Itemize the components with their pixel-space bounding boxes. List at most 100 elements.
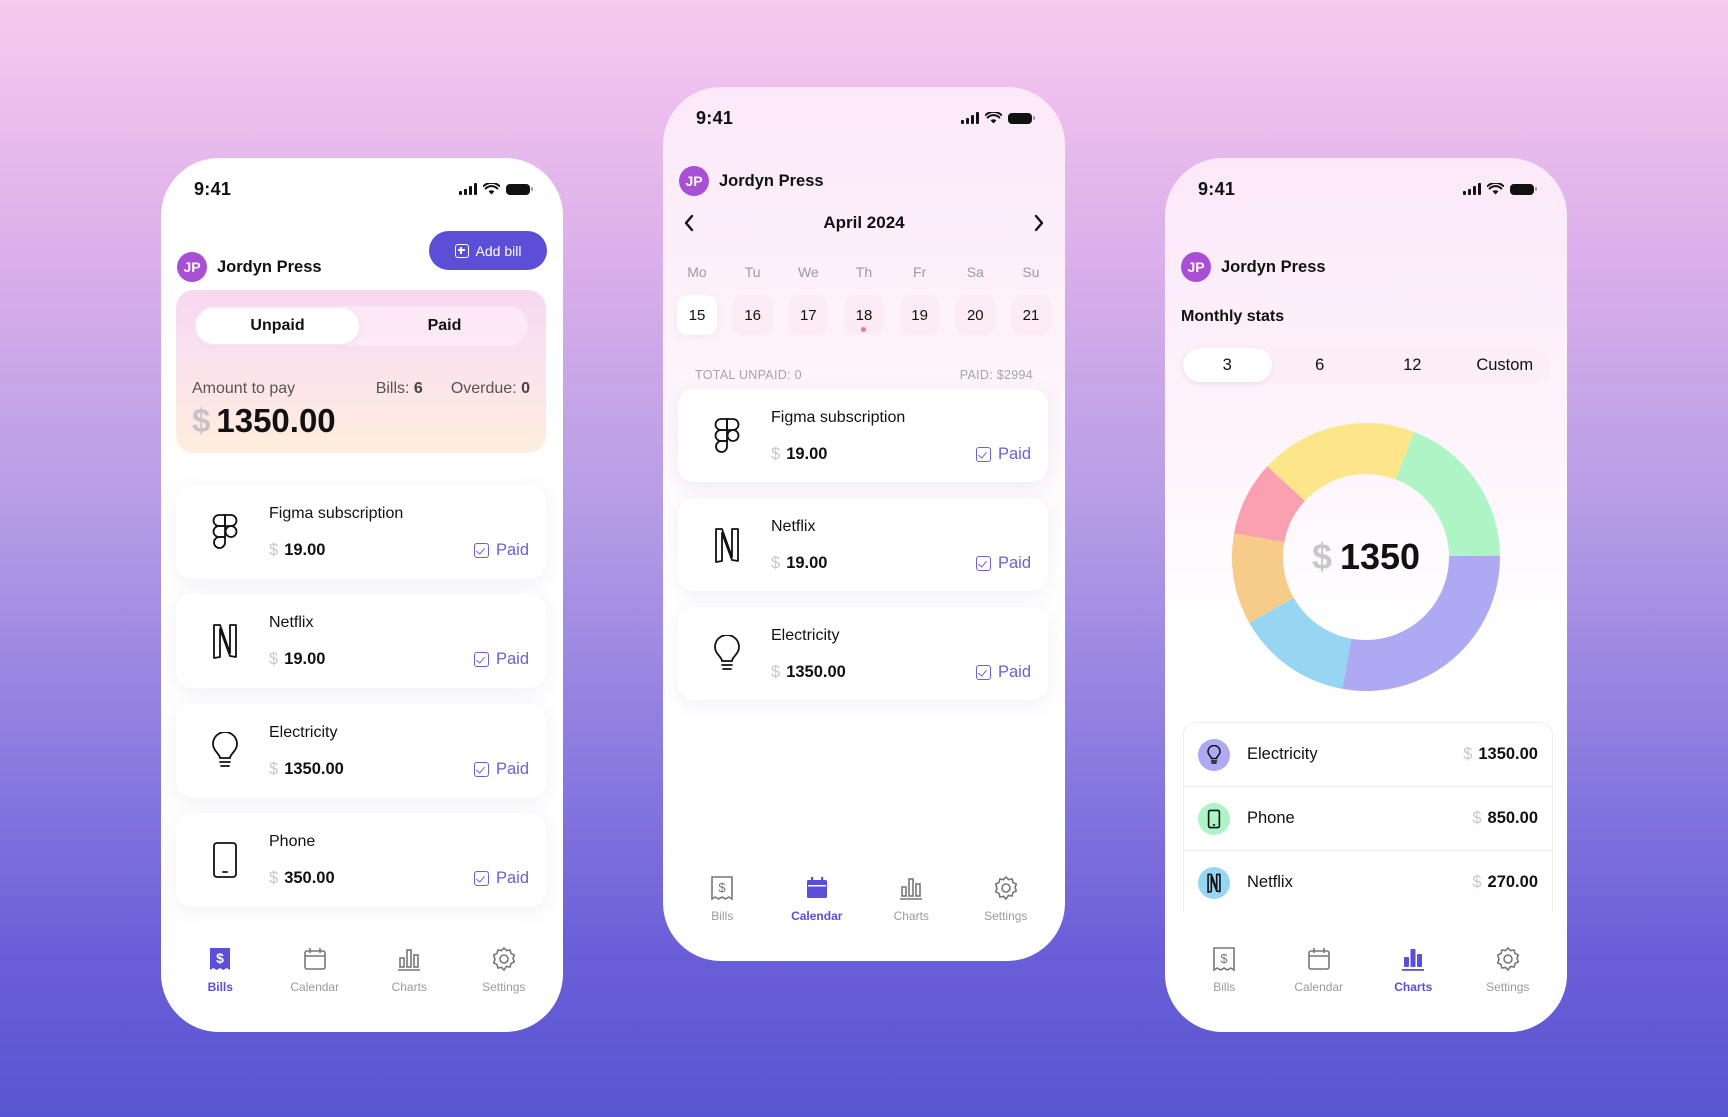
paid-label: Paid: [495, 760, 529, 778]
overdue-count: Overdue: 0: [451, 380, 530, 398]
bill-name: Figma subscription: [269, 505, 404, 522]
wifi-icon: [1487, 183, 1504, 195]
wifi-icon: [483, 183, 500, 195]
day-number: 16: [744, 306, 761, 324]
nav-label: Charts: [1394, 980, 1433, 994]
bill-card[interactable]: Netflix $19.00 Paid: [678, 498, 1048, 591]
nav-label: Bills: [711, 909, 734, 923]
paid-status[interactable]: Paid: [975, 663, 1031, 682]
bill-card[interactable]: Figma subscription $19.00 Paid: [678, 389, 1048, 482]
nav-bills[interactable]: $ Bills: [173, 912, 268, 1032]
paid-status[interactable]: Paid: [975, 445, 1031, 464]
weekday-label: Th: [855, 264, 873, 280]
user-header[interactable]: JP Jordyn Press: [679, 166, 824, 196]
weekday-label: Fr: [913, 264, 927, 280]
period-selector: 3 6 12 Custom: [1181, 346, 1551, 384]
day-number: 15: [688, 306, 706, 324]
day-cell[interactable]: 20: [955, 295, 996, 335]
nav-charts[interactable]: Charts: [1366, 912, 1461, 1032]
paid-status[interactable]: Paid: [473, 541, 529, 560]
paid-status[interactable]: Paid: [473, 760, 529, 779]
nav-bills[interactable]: $ Bills: [1177, 912, 1272, 1032]
stats-list-item[interactable]: Electricity $1350.00: [1184, 723, 1552, 787]
settings-icon: [1496, 946, 1520, 972]
add-bill-button[interactable]: Add bill: [429, 231, 547, 270]
avatar: JP: [177, 252, 207, 282]
paid-status[interactable]: Paid: [473, 869, 529, 888]
charts-icon: [398, 949, 421, 971]
bill-amount: $1350.00: [269, 760, 344, 779]
nav-settings[interactable]: Settings: [457, 912, 552, 1032]
paid-status[interactable]: Paid: [473, 650, 529, 669]
bill-card[interactable]: Phone $350.00 Paid: [176, 813, 546, 907]
bills-screen: 9:41 JP Jordyn Press Add bill Unpaid Pai…: [161, 158, 563, 1032]
bill-amount-value: 1350.00: [284, 760, 344, 778]
previous-month-button[interactable]: [677, 211, 701, 235]
bill-card[interactable]: Electricity $1350.00 Paid: [678, 607, 1048, 700]
nav-calendar[interactable]: Calendar: [268, 912, 363, 1032]
bill-amount-value: 19.00: [284, 541, 326, 559]
status-time: 9:41: [194, 178, 232, 199]
bill-card[interactable]: Electricity $1350.00 Paid: [176, 704, 546, 798]
user-name: Jordyn Press: [719, 171, 824, 190]
nav-charts[interactable]: Charts: [362, 912, 457, 1032]
bottom-nav: $ Bills Calendar Charts Settings: [1165, 912, 1567, 1032]
nav-label: Charts: [391, 980, 427, 994]
stats-list-item[interactable]: Phone $850.00: [1184, 787, 1552, 851]
status-bar: 9:41: [1198, 176, 1537, 202]
checkbox-checked-icon: [473, 762, 489, 777]
bill-card[interactable]: Figma subscription $19.00 Paid: [176, 485, 546, 579]
signal-icon: [1463, 183, 1481, 195]
nav-charts[interactable]: Charts: [864, 841, 959, 961]
day-cell[interactable]: 18: [843, 295, 884, 335]
currency-symbol: $: [1472, 809, 1482, 827]
tab-paid[interactable]: Paid: [363, 308, 526, 344]
charts-icon: [1402, 949, 1425, 971]
nav-settings[interactable]: Settings: [959, 841, 1054, 961]
weekday-label: Sa: [966, 264, 984, 280]
lightbulb-icon: [708, 634, 746, 674]
period-option[interactable]: Custom: [1461, 348, 1550, 382]
bill-card[interactable]: Netflix $19.00 Paid: [176, 594, 546, 688]
day-cell[interactable]: 16: [732, 295, 773, 335]
currency-symbol: $: [269, 760, 279, 778]
checkbox-checked-icon: [975, 447, 991, 462]
month-selector: April 2024: [677, 209, 1051, 237]
day-cell-selected[interactable]: 15: [677, 295, 717, 335]
user-header[interactable]: JP Jordyn Press: [1181, 252, 1326, 282]
nav-settings[interactable]: Settings: [1461, 912, 1556, 1032]
month-title: April 2024: [823, 213, 905, 232]
status-bar: 9:41: [696, 105, 1035, 131]
paid-status[interactable]: Paid: [975, 554, 1031, 573]
day-number: 17: [799, 306, 817, 324]
bill-amount: $350.00: [269, 869, 335, 888]
period-option[interactable]: 12: [1368, 348, 1457, 382]
period-option[interactable]: 6: [1276, 348, 1365, 382]
day-cell[interactable]: 19: [899, 295, 940, 335]
donut-chart: $1350: [1230, 421, 1502, 693]
day-cell[interactable]: 21: [1010, 295, 1051, 335]
period-option[interactable]: 3: [1183, 348, 1272, 382]
svg-text:$: $: [216, 950, 224, 966]
day-cell[interactable]: 17: [788, 295, 829, 335]
nav-bills[interactable]: $ Bills: [675, 841, 770, 961]
next-month-button[interactable]: [1027, 211, 1051, 235]
checkbox-checked-icon: [473, 871, 489, 886]
charts-screen: 9:41 JP Jordyn Press Monthly stats 3 6 1…: [1165, 158, 1567, 1032]
user-header[interactable]: JP Jordyn Press: [177, 252, 322, 282]
checkbox-checked-icon: [975, 556, 991, 571]
figma-icon: [708, 416, 746, 456]
amount-value: 1350.00: [216, 402, 336, 439]
nav-calendar[interactable]: Calendar: [1272, 912, 1367, 1032]
bill-name: Netflix: [771, 518, 816, 535]
nav-label: Bills: [1213, 980, 1236, 994]
nav-calendar[interactable]: Calendar: [770, 841, 865, 961]
paid-label: Paid: [997, 445, 1031, 463]
battery-icon: [1510, 183, 1537, 195]
bill-name: Figma subscription: [771, 409, 906, 426]
tab-unpaid[interactable]: Unpaid: [196, 308, 359, 344]
weekday-label: We: [797, 264, 819, 280]
signal-icon: [961, 112, 979, 124]
stats-item-name: Netflix: [1247, 873, 1293, 891]
currency-symbol: $: [1472, 873, 1482, 891]
